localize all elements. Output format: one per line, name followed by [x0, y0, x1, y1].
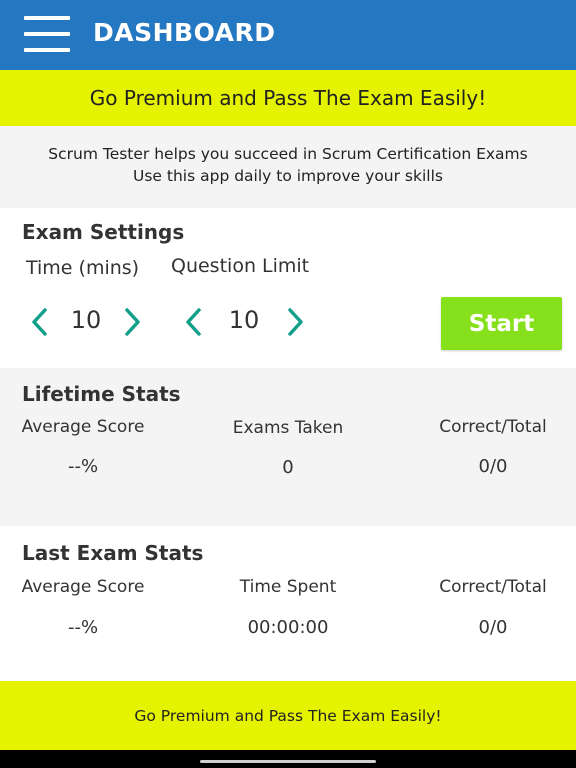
stat-header-average-score: Average Score	[21, 577, 145, 597]
menu-icon-bar	[24, 16, 70, 20]
system-nav-bar	[0, 750, 576, 768]
stat-header-average-score: Average Score	[21, 417, 145, 437]
start-button[interactable]: Start	[441, 297, 562, 350]
last-exam-stats-section: Last Exam Stats Average Score Time Spent…	[0, 528, 576, 680]
gesture-handle[interactable]	[200, 760, 376, 763]
time-label: Time (mins)	[26, 257, 140, 279]
stat-value-average-score: --%	[67, 456, 99, 477]
stat-value-exams-taken: 0	[282, 457, 294, 478]
intro-line-2: Use this app daily to improve your skill…	[133, 167, 443, 185]
lifetime-stats-section: Lifetime Stats Average Score Exams Taken…	[0, 368, 576, 526]
time-increment-chevron-right-icon[interactable]	[118, 305, 146, 339]
exam-settings-section: Exam Settings Time (mins) Question Limit…	[0, 208, 576, 368]
stat-header-time-spent: Time Spent	[239, 577, 337, 597]
page-title: DASHBOARD	[93, 18, 276, 47]
menu-icon-bar	[24, 48, 70, 52]
question-limit-label: Question Limit	[171, 255, 310, 277]
question-increment-chevron-right-icon[interactable]	[281, 305, 309, 339]
hamburger-menu-icon[interactable]	[24, 16, 70, 52]
question-decrement-chevron-left-icon[interactable]	[180, 305, 208, 339]
time-value: 10	[70, 306, 102, 334]
question-limit-value: 10	[228, 306, 260, 334]
stat-header-correct-total: Correct/Total	[439, 577, 547, 597]
stat-value-average-score: --%	[67, 617, 99, 638]
intro-line-1: Scrum Tester helps you succeed in Scrum …	[48, 145, 528, 163]
intro-panel: Scrum Tester helps you succeed in Scrum …	[0, 126, 576, 208]
last-exam-stats-title: Last Exam Stats	[22, 541, 204, 565]
stat-header-correct-total: Correct/Total	[439, 417, 547, 437]
menu-icon-bar	[24, 32, 70, 36]
app-bar: DASHBOARD	[0, 0, 576, 70]
time-decrement-chevron-left-icon[interactable]	[26, 305, 54, 339]
stat-header-exams-taken: Exams Taken	[232, 418, 344, 438]
stat-value-time-spent: 00:00:00	[247, 617, 329, 638]
stat-value-correct-total: 0/0	[478, 617, 508, 638]
premium-banner-top[interactable]: Go Premium and Pass The Exam Easily!	[0, 70, 576, 126]
lifetime-stats-title: Lifetime Stats	[22, 382, 181, 406]
stat-value-correct-total: 0/0	[478, 456, 508, 477]
exam-settings-title: Exam Settings	[22, 220, 185, 244]
premium-banner-bottom[interactable]: Go Premium and Pass The Exam Easily!	[0, 681, 576, 750]
